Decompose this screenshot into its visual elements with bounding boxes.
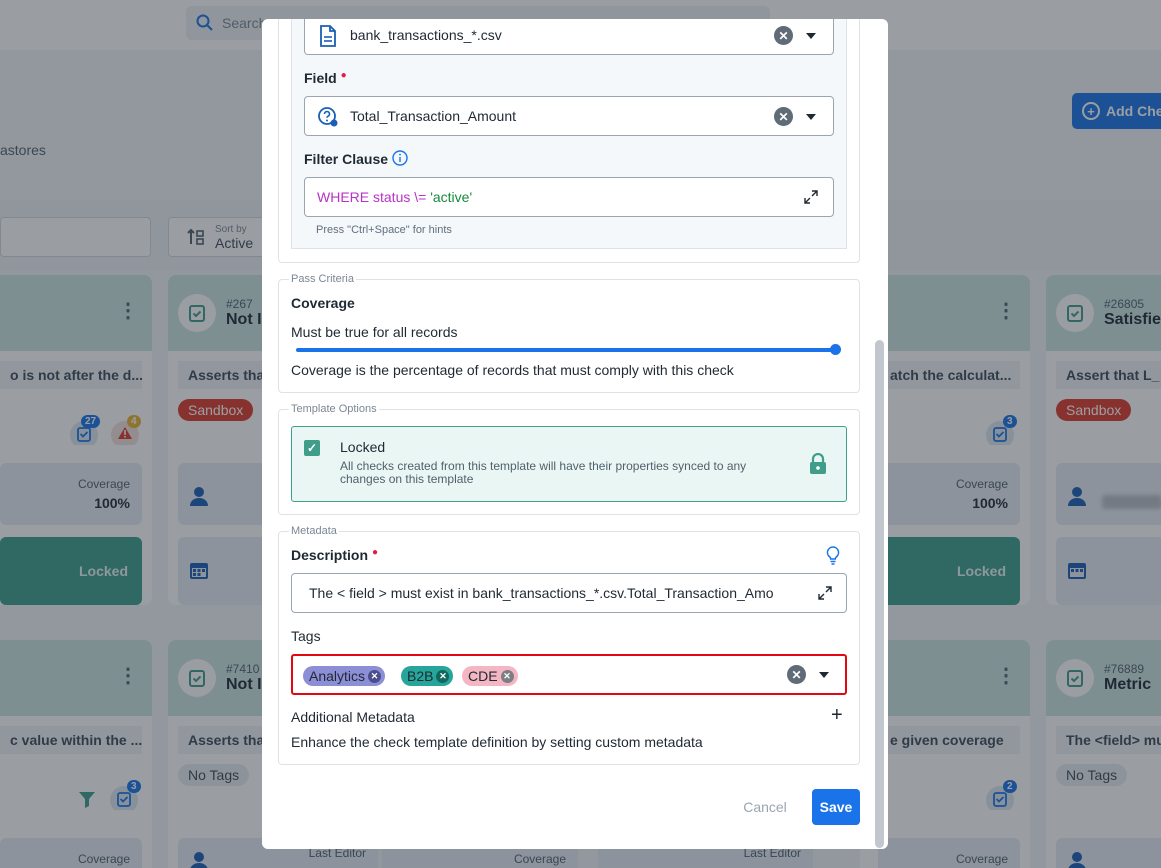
filter-clause-code: WHERE status \= 'active' (317, 189, 473, 205)
template-options-legend: Template Options (289, 403, 379, 415)
metadata-legend: Metadata (289, 525, 339, 537)
file-select[interactable]: bank_transactions_*.csv ✕ (304, 19, 834, 55)
tag-label: CDE (468, 668, 498, 684)
locked-option-label: Locked (340, 439, 386, 455)
coverage-rule: Must be true for all records (291, 324, 458, 340)
info-icon[interactable] (392, 150, 408, 166)
lock-icon (810, 453, 826, 474)
filter-hint: Press "Ctrl+Space" for hints (316, 224, 452, 236)
field-select[interactable]: Total_Transaction_Amount ✕ (304, 96, 834, 136)
file-select-value: bank_transactions_*.csv (350, 27, 502, 43)
chevron-down-icon[interactable] (806, 114, 816, 120)
cancel-button[interactable]: Cancel (736, 796, 794, 818)
locked-checkbox[interactable]: ✓ (304, 440, 320, 456)
chevron-down-icon[interactable] (819, 672, 829, 678)
tag-chip[interactable]: Analytics ✕ (303, 666, 386, 686)
remove-tag-icon[interactable]: ✕ (368, 669, 382, 683)
additional-metadata-label: Additional Metadata (291, 709, 415, 725)
lightbulb-icon[interactable] (825, 545, 841, 565)
filter-clause-editor[interactable]: WHERE status \= 'active' (304, 177, 834, 217)
tag-chip[interactable]: B2B ✕ (401, 666, 454, 686)
save-button[interactable]: Save (812, 789, 860, 825)
description-input[interactable]: The < field > must exist in bank_transac… (291, 573, 847, 613)
metadata-section (278, 531, 860, 765)
field-label: Field ● (304, 70, 347, 86)
tags-select[interactable]: Analytics ✕ B2B ✕ CDE ✕ ✕ (291, 654, 847, 695)
field-select-value: Total_Transaction_Amount (350, 108, 517, 124)
tag-label: B2B (407, 668, 434, 684)
coverage-slider-track[interactable] (296, 348, 836, 352)
chevron-down-icon[interactable] (806, 33, 816, 39)
additional-metadata-description: Enhance the check template definition by… (291, 734, 703, 750)
clear-icon[interactable]: ✕ (787, 665, 806, 684)
expand-icon[interactable] (804, 190, 818, 204)
coverage-slider-handle[interactable] (830, 344, 841, 355)
coverage-title: Coverage (291, 295, 355, 311)
coverage-note: Coverage is the percentage of records th… (291, 362, 734, 378)
clear-icon[interactable]: ✕ (774, 26, 793, 45)
modal-scrollbar[interactable] (875, 340, 884, 848)
pass-criteria-legend: Pass Criteria (289, 273, 356, 285)
description-value: The < field > must exist in bank_transac… (309, 585, 774, 601)
tags-label: Tags (291, 628, 321, 644)
tag-label: Analytics (309, 668, 366, 684)
add-metadata-icon[interactable]: + (831, 704, 843, 727)
tag-chip[interactable]: CDE ✕ (462, 666, 518, 686)
clear-icon[interactable]: ✕ (774, 107, 793, 126)
expand-icon[interactable] (818, 586, 832, 600)
remove-tag-icon[interactable]: ✕ (500, 669, 514, 683)
locked-option-description: All checks created from this template wi… (340, 459, 747, 486)
description-label: Description ● (291, 547, 379, 563)
remove-tag-icon[interactable]: ✕ (436, 669, 450, 683)
file-icon (320, 25, 336, 47)
field-type-icon (318, 107, 338, 127)
filter-clause-label: Filter Clause (304, 151, 389, 167)
